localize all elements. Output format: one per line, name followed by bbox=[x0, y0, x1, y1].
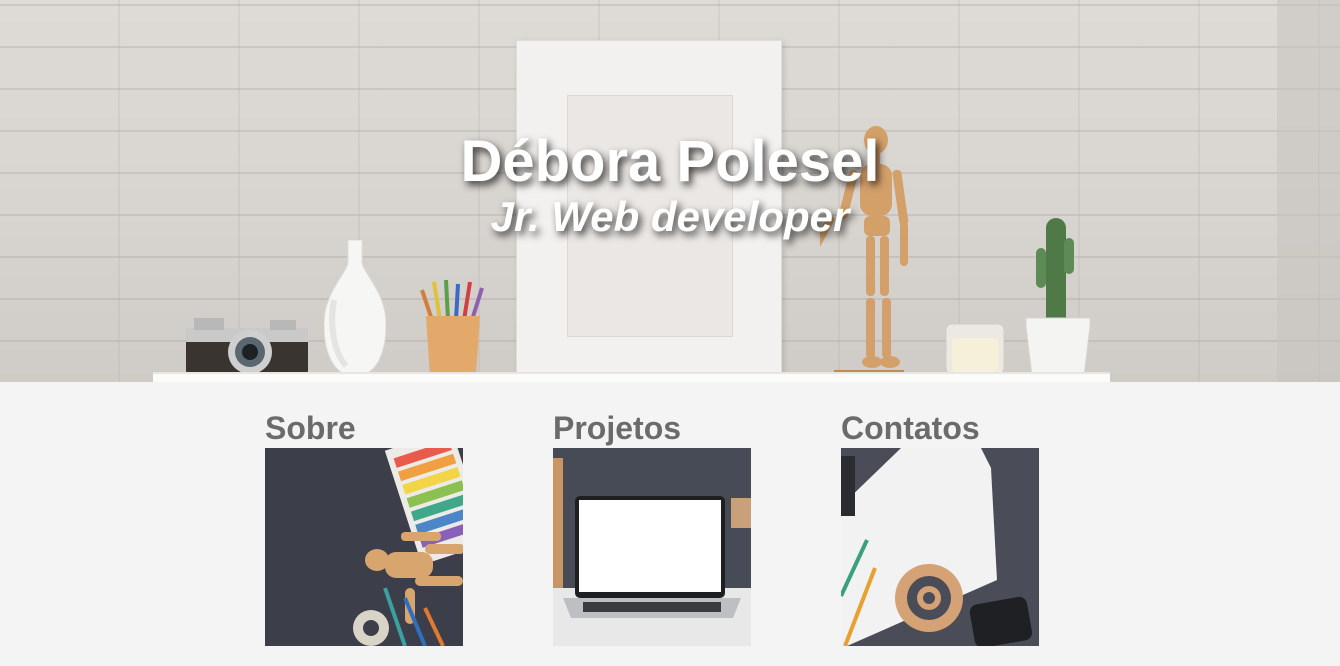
hero-banner: Débora Polesel Jr. Web developer bbox=[0, 0, 1340, 382]
mannequin-color-swatches-image bbox=[265, 448, 463, 646]
cactus-pot-illustration bbox=[1025, 218, 1091, 376]
laptop-on-desk-image bbox=[553, 448, 751, 646]
card-title-projetos: Projetos bbox=[553, 410, 682, 446]
card-title-sobre: Sobre bbox=[265, 410, 356, 446]
card-title-contatos: Contatos bbox=[841, 410, 980, 446]
sobre-thumbnail[interactable] bbox=[265, 448, 463, 646]
pencil-cup-illustration bbox=[420, 280, 484, 376]
projetos-thumbnail[interactable] bbox=[553, 448, 751, 646]
contatos-thumbnail[interactable] bbox=[841, 448, 1039, 646]
vase-illustration bbox=[324, 240, 386, 376]
shelf bbox=[153, 374, 1110, 382]
card-sobre[interactable]: Sobre bbox=[265, 408, 463, 646]
camera-illustration bbox=[186, 318, 308, 376]
card-contatos[interactable]: Contatos bbox=[841, 408, 1039, 646]
candle-jar-illustration bbox=[945, 323, 1005, 375]
hero-subtitle: Jr. Web developer bbox=[490, 193, 850, 240]
hero-title: Débora Polesel bbox=[460, 129, 880, 194]
at-sign-desk-image bbox=[841, 448, 1039, 646]
card-projetos[interactable]: Projetos bbox=[553, 408, 751, 646]
